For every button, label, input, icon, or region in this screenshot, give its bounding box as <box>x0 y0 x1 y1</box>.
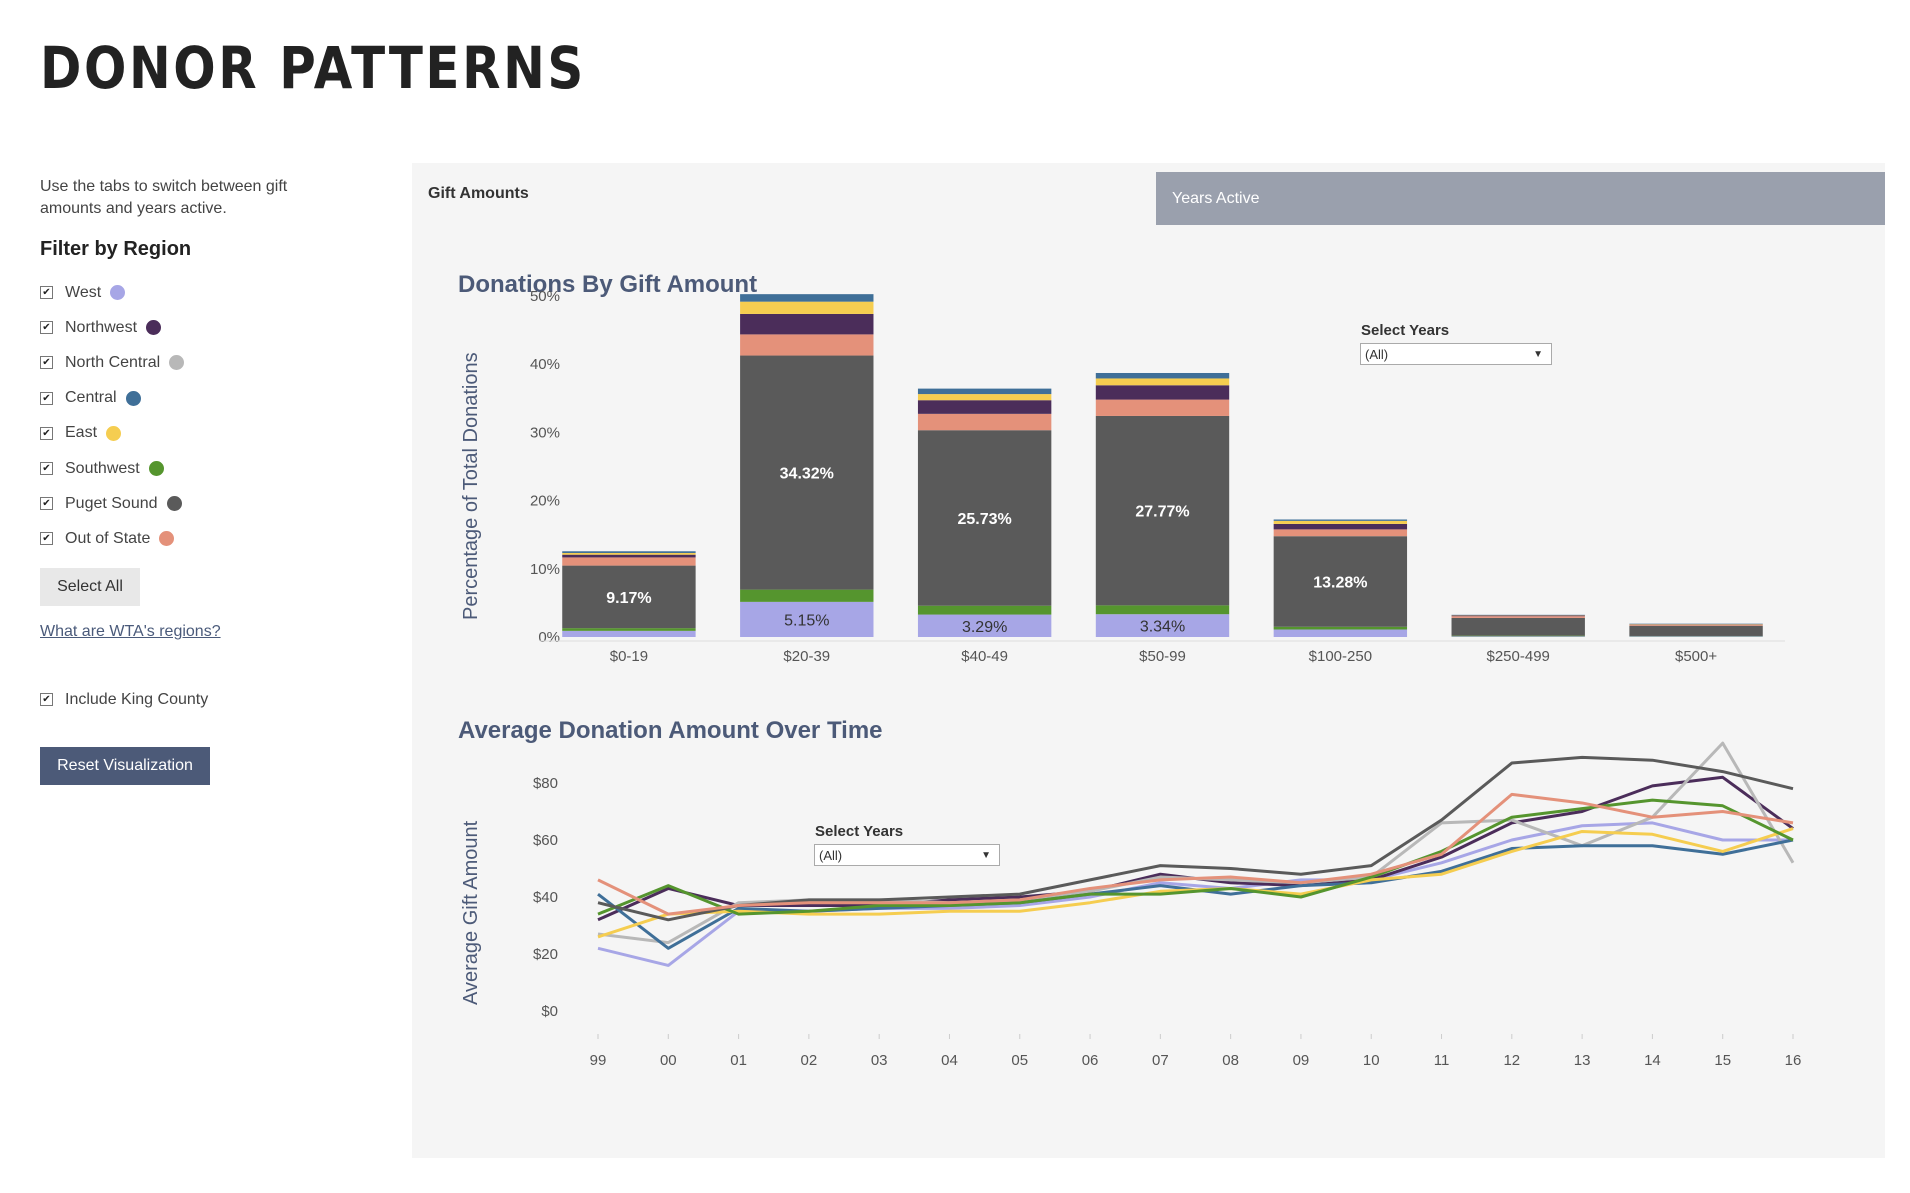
line-series-northwest[interactable] <box>597 775 1794 922</box>
x-tick-label: 12 <box>1503 1052 1520 1069</box>
region-label: Southwest <box>65 459 140 477</box>
x-tick-label: 05 <box>1011 1052 1028 1069</box>
x-tick-label: 06 <box>1082 1052 1099 1069</box>
y-tick-label: $20 <box>533 946 558 963</box>
x-tick-label: 99 <box>590 1052 607 1069</box>
region-label: Out of State <box>65 529 151 547</box>
x-tick-label: 08 <box>1222 1052 1239 1069</box>
x-tick-label: 15 <box>1714 1052 1731 1069</box>
region-checkbox[interactable]: ✔ <box>40 462 53 476</box>
regions-info-link[interactable]: What are WTA's regions? <box>40 623 340 641</box>
region-checkbox[interactable]: ✔ <box>40 286 53 300</box>
y-tick-label: $80 <box>533 775 558 792</box>
line-series-southwest[interactable] <box>597 798 1794 916</box>
x-tick-label: 14 <box>1644 1052 1661 1069</box>
x-tick-label: 04 <box>941 1052 958 1069</box>
x-tick-label: 10 <box>1363 1052 1380 1069</box>
main-panel: Gift Amounts Years Active Donations By G… <box>412 163 1885 1158</box>
region-color-dot <box>106 425 122 441</box>
y-tick-label: $0 <box>541 1003 558 1020</box>
region-checkbox[interactable]: ✔ <box>40 532 53 546</box>
reset-visualization-button[interactable]: Reset Visualization <box>40 746 210 785</box>
x-tick-label: 13 <box>1574 1052 1591 1069</box>
region-label: Puget Sound <box>65 494 158 512</box>
x-tick-label: 16 <box>1785 1052 1802 1069</box>
sidebar: Use the tabs to switch between gift amou… <box>40 176 340 785</box>
king-county-toggle[interactable]: ✔ Include King County <box>40 691 340 709</box>
line-chart: $0 $20 $40 $60 $80 99 00 01 02 03 04 05 06 07 08 09 10 11… <box>533 741 1802 1069</box>
region-filter-central[interactable]: ✔ Central <box>40 381 340 416</box>
x-tick-label: 00 <box>660 1052 677 1069</box>
line-series-puget-sound[interactable] <box>597 755 1794 922</box>
region-filter-puget-sound[interactable]: ✔ Puget Sound <box>40 486 340 521</box>
region-label: Northwest <box>65 318 138 336</box>
region-checkbox[interactable]: ✔ <box>40 497 53 511</box>
x-tick-label: 07 <box>1152 1052 1169 1069</box>
region-color-dot <box>169 355 185 371</box>
region-filter-north-central[interactable]: ✔ North Central <box>40 345 340 380</box>
king-county-checkbox[interactable]: ✔ <box>40 693 53 706</box>
x-tick-label: 03 <box>871 1052 888 1069</box>
region-checkbox[interactable]: ✔ <box>40 356 53 370</box>
region-color-dot <box>166 496 182 512</box>
page-title: DONOR PATTERNS <box>40 34 586 102</box>
region-checkbox[interactable]: ✔ <box>40 426 53 440</box>
x-tick-label: 09 <box>1293 1052 1310 1069</box>
region-checkbox[interactable]: ✔ <box>40 391 53 405</box>
intro-text: Use the tabs to switch between gift amou… <box>40 178 288 217</box>
region-color-dot <box>148 461 164 477</box>
y-tick-label: $40 <box>533 889 558 906</box>
y-tick-label: $60 <box>533 832 558 849</box>
filter-title: Filter by Region <box>40 238 192 260</box>
region-label: North Central <box>65 353 161 371</box>
region-color-dot <box>146 320 162 336</box>
region-filter-west[interactable]: ✔ West <box>40 275 340 310</box>
region-filter-southwest[interactable]: ✔ Southwest <box>40 451 340 486</box>
region-color-dot <box>125 390 141 406</box>
region-filter-east[interactable]: ✔ East <box>40 416 340 451</box>
select-all-button[interactable]: Select All <box>40 567 140 606</box>
line-series-out-of-state[interactable] <box>597 792 1794 916</box>
region-label: East <box>65 424 98 442</box>
region-filter-northwest[interactable]: ✔ Northwest <box>40 310 340 345</box>
line-series-central[interactable] <box>597 838 1794 950</box>
region-label: Central <box>65 389 117 407</box>
x-tick-label: 02 <box>801 1052 818 1069</box>
region-label: West <box>65 283 102 301</box>
region-filter-out-of-state[interactable]: ✔ Out of State <box>40 521 340 556</box>
region-color-dot <box>110 285 126 301</box>
x-tick-label: 01 <box>730 1052 747 1069</box>
region-color-dot <box>159 531 175 547</box>
region-checkbox[interactable]: ✔ <box>40 321 53 335</box>
region-filter-list: ✔ West ✔ Northwest ✔ North Central ✔ Central ✔ Ea… <box>40 275 340 557</box>
x-tick-label: 11 <box>1434 1052 1450 1069</box>
king-county-label: Include King County <box>65 690 209 708</box>
